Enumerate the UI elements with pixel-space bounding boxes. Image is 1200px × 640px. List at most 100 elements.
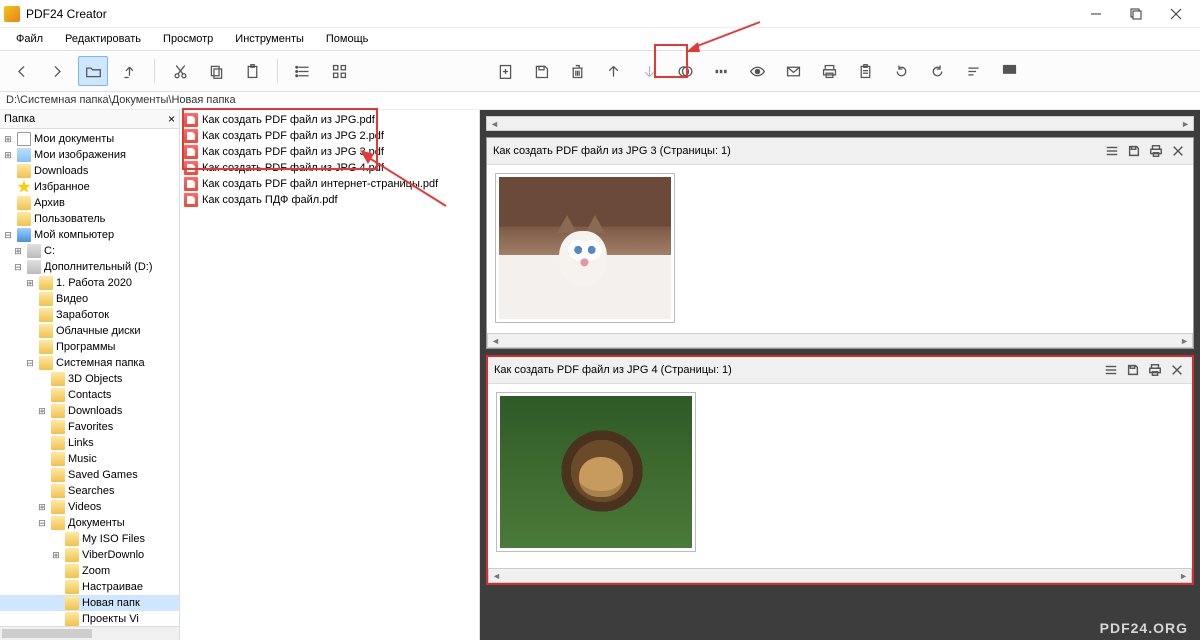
doc1-print-icon[interactable] (1147, 142, 1165, 160)
tree-node[interactable]: Saved Games (0, 467, 179, 483)
tree-node[interactable]: Архив (0, 195, 179, 211)
new-doc-button[interactable] (490, 56, 520, 86)
tree-node[interactable]: ⊟Документы (0, 515, 179, 531)
window-title: PDF24 Creator (26, 7, 1076, 21)
file-row[interactable]: Как создать PDF файл интернет-страницы.p… (180, 176, 479, 192)
file-row[interactable]: Как создать ПДФ файл.pdf (180, 192, 479, 208)
tree-node[interactable]: Contacts (0, 387, 179, 403)
email-button[interactable] (778, 56, 808, 86)
move-down-button[interactable] (634, 56, 664, 86)
maximize-button[interactable] (1116, 2, 1156, 26)
doc1-save-icon[interactable] (1125, 142, 1143, 160)
doc2-page-thumb[interactable] (496, 392, 696, 552)
tree-node[interactable]: Заработок (0, 307, 179, 323)
tree-node[interactable]: ⊞ViberDownlo (0, 547, 179, 563)
tree-node[interactable]: 3D Objects (0, 371, 179, 387)
doc2-print-icon[interactable] (1146, 361, 1164, 379)
tree-header-label: Папка (4, 113, 35, 125)
copy-button[interactable] (201, 56, 231, 86)
print-button[interactable] (814, 56, 844, 86)
path-bar: D:\Системная папка\Документы\Новая папка (0, 92, 1200, 110)
forward-button[interactable] (42, 56, 72, 86)
doc1-close-icon[interactable] (1169, 142, 1187, 160)
tree-node[interactable]: Zoom (0, 563, 179, 579)
doc1-scrollbar[interactable]: ◄► (487, 333, 1193, 348)
tree-node[interactable]: Новая папк (0, 595, 179, 611)
tree-node[interactable]: ⊞1. Работа 2020 (0, 275, 179, 291)
tree-close-button[interactable]: × (168, 112, 175, 126)
file-row[interactable]: Как создать PDF файл из JPG 3.pdf (180, 144, 479, 160)
open-folder-button[interactable] (78, 56, 108, 86)
doc2-menu-icon[interactable] (1102, 361, 1120, 379)
merge-button[interactable] (670, 56, 700, 86)
file-row[interactable]: Как создать PDF файл из JPG 2.pdf (180, 128, 479, 144)
list-view-button[interactable] (288, 56, 318, 86)
doc-scrollbar-top[interactable]: ◄► (486, 116, 1194, 131)
document-pane-2[interactable]: Как создать PDF файл из JPG 4 (Страницы:… (486, 355, 1194, 585)
preview-button[interactable] (742, 56, 772, 86)
clipboard-button[interactable] (850, 56, 880, 86)
tree-node[interactable]: Favorites (0, 419, 179, 435)
thumbnails-button[interactable] (994, 56, 1024, 86)
tree-node[interactable]: Программы (0, 339, 179, 355)
tree-node[interactable]: ⊞Downloads (0, 403, 179, 419)
menu-help[interactable]: Помощь (316, 31, 379, 47)
tree-node[interactable]: ⊞C: (0, 243, 179, 259)
tree-node[interactable]: Проекты Vi (0, 611, 179, 626)
rotate-left-button[interactable] (886, 56, 916, 86)
tree-scrollbar[interactable] (0, 626, 179, 640)
document-pane-1[interactable]: Как создать PDF файл из JPG 3 (Страницы:… (486, 137, 1194, 349)
menu-tools[interactable]: Инструменты (225, 31, 314, 47)
file-list[interactable]: Как создать PDF файл из JPG.pdfКак созда… (180, 110, 480, 640)
close-button[interactable] (1156, 2, 1196, 26)
tree-node[interactable]: ⊞Мои документы (0, 131, 179, 147)
tree-node[interactable]: ⊞Мои изображения (0, 147, 179, 163)
cut-button[interactable] (165, 56, 195, 86)
minimize-button[interactable] (1076, 2, 1116, 26)
grid-view-button[interactable] (324, 56, 354, 86)
doc2-close-icon[interactable] (1168, 361, 1186, 379)
watermark: PDF24.ORG (1100, 620, 1188, 636)
doc1-page-thumb[interactable] (495, 173, 675, 323)
tree-node[interactable]: My ISO Files (0, 531, 179, 547)
doc1-menu-icon[interactable] (1103, 142, 1121, 160)
tree-node[interactable]: Пользователь (0, 211, 179, 227)
menu-view[interactable]: Просмотр (153, 31, 223, 47)
tree-node[interactable]: Настраивае (0, 579, 179, 595)
main-area: Папка × ⊞Мои документы⊞Мои изображенияDo… (0, 110, 1200, 640)
doc2-save-icon[interactable] (1124, 361, 1142, 379)
cat-image (499, 177, 671, 319)
tree-node[interactable]: Links (0, 435, 179, 451)
doc2-title: Как создать PDF файл из JPG 4 (Страницы:… (494, 364, 1098, 376)
document-area: ◄► Как создать PDF файл из JPG 3 (Страни… (480, 110, 1200, 640)
tree-node[interactable]: ⊞Videos (0, 499, 179, 515)
menu-edit[interactable]: Редактировать (55, 31, 151, 47)
menubar: Файл Редактировать Просмотр Инструменты … (0, 28, 1200, 50)
file-row[interactable]: Как создать PDF файл из JPG 4.pdf (180, 160, 479, 176)
move-up-button[interactable] (598, 56, 628, 86)
doc2-scrollbar[interactable]: ◄► (488, 568, 1192, 583)
up-level-button[interactable] (114, 56, 144, 86)
tree-node[interactable]: Видео (0, 291, 179, 307)
rotate-right-button[interactable] (922, 56, 952, 86)
app-icon (4, 6, 20, 22)
save-button[interactable] (526, 56, 556, 86)
menu-file[interactable]: Файл (6, 31, 53, 47)
tree-node[interactable]: ⊟Мой компьютер (0, 227, 179, 243)
tree-node[interactable]: Избранное (0, 179, 179, 195)
sort-button[interactable] (958, 56, 988, 86)
tree-node[interactable]: ⊟Системная папка (0, 355, 179, 371)
split-button[interactable] (706, 56, 736, 86)
titlebar: PDF24 Creator (0, 0, 1200, 28)
tree-node[interactable]: Searches (0, 483, 179, 499)
file-row[interactable]: Как создать PDF файл из JPG.pdf (180, 112, 479, 128)
paste-button[interactable] (237, 56, 267, 86)
tree-node[interactable]: ⊟Дополнительный (D:) (0, 259, 179, 275)
tree-node[interactable]: Облачные диски (0, 323, 179, 339)
tree-node[interactable]: Music (0, 451, 179, 467)
delete-button[interactable] (562, 56, 592, 86)
tree-node[interactable]: Downloads (0, 163, 179, 179)
lion-image (500, 396, 692, 548)
folder-tree[interactable]: ⊞Мои документы⊞Мои изображенияDownloadsИ… (0, 129, 179, 626)
back-button[interactable] (6, 56, 36, 86)
